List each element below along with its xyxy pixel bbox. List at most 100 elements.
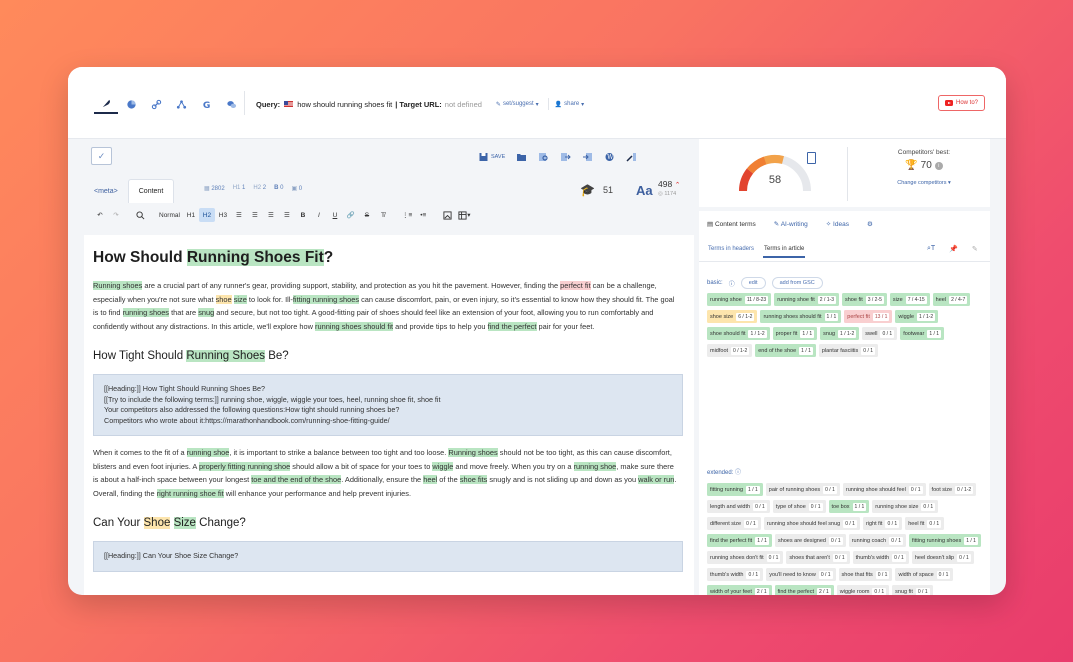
search-icon[interactable] xyxy=(132,208,148,222)
google-icon[interactable]: G xyxy=(194,94,218,114)
term-chip[interactable]: shoe size 6 / 1-2 xyxy=(707,310,758,323)
settings-sliders-icon[interactable]: ⚙ xyxy=(867,220,873,228)
term-chip[interactable]: thumb's width 0 / 1 xyxy=(707,568,764,581)
font-size-icon[interactable]: Aa xyxy=(636,183,653,198)
term-chip[interactable]: footwear 1 / 1 xyxy=(900,327,945,340)
term-chip[interactable]: fitting running 1 / 1 xyxy=(707,483,763,496)
term-chip[interactable]: length and width 0 / 1 xyxy=(707,500,770,513)
bullet-list-icon[interactable]: •≡ xyxy=(415,208,431,222)
term-chip[interactable]: find the perfect 2 / 1 xyxy=(774,585,834,595)
import-icon[interactable] xyxy=(582,152,593,162)
term-chip[interactable]: right fit 0 / 1 xyxy=(862,517,903,530)
tab-ai-writing[interactable]: ✎ AI-writing xyxy=(774,220,808,228)
term-chip[interactable]: shoes are designed 0 / 1 xyxy=(774,534,846,547)
share-button[interactable]: 👤 share ▾ xyxy=(555,101,585,108)
term-chip[interactable]: width of space 0 / 1 xyxy=(895,568,954,581)
table-icon[interactable]: ▾ xyxy=(455,208,473,222)
clipboard-icon[interactable] xyxy=(807,152,816,164)
term-chip[interactable]: you'll need to know 0 / 1 xyxy=(766,568,836,581)
term-chip[interactable]: running shoes don't fit 0 / 1 xyxy=(707,551,784,564)
term-chip[interactable]: shoe should fit 1 / 1-2 xyxy=(707,327,770,340)
info-icon[interactable]: i xyxy=(934,161,943,170)
undo-icon[interactable]: ↶ xyxy=(92,208,108,222)
tab-terms-article[interactable]: Terms in article xyxy=(763,242,806,258)
set-suggest-button[interactable]: ✎ set/suggest ▾ xyxy=(496,101,539,108)
term-chip[interactable]: size 7 / 4-15 xyxy=(889,293,930,306)
term-chip[interactable]: shoes that aren't 0 / 1 xyxy=(786,551,850,564)
query-text[interactable]: how should running shoes fit xyxy=(297,100,392,109)
search-doc-icon[interactable] xyxy=(538,152,549,162)
term-chip[interactable]: pair of running shoes 0 / 1 xyxy=(765,483,840,496)
filter-icon[interactable]: ⌕T xyxy=(927,245,935,253)
chat-icon[interactable] xyxy=(219,94,243,114)
bold-button[interactable]: B xyxy=(295,208,311,222)
term-chip[interactable]: running shoe fit 2 / 1-3 xyxy=(774,293,839,306)
term-chip[interactable]: thumb's width 0 / 1 xyxy=(852,551,909,564)
pie-icon[interactable] xyxy=(119,94,143,114)
link-icon[interactable]: 🔗 xyxy=(343,208,359,222)
target-url-value[interactable]: not defined xyxy=(445,100,482,109)
tab-terms-headers[interactable]: Terms in headers xyxy=(707,242,755,258)
how-to-button[interactable]: How to? xyxy=(938,95,986,111)
network-icon[interactable] xyxy=(169,94,193,114)
term-chip[interactable]: snug fit 0 / 1 xyxy=(892,585,933,595)
tab-ideas[interactable]: ✧ Ideas xyxy=(826,220,849,228)
edit-button[interactable]: edit xyxy=(740,277,766,289)
term-chip[interactable]: toe box 1 / 1 xyxy=(828,500,870,513)
pin-icon[interactable]: 📌 xyxy=(949,245,958,253)
article-content[interactable]: How Should Running Shoes Fit? Running sh… xyxy=(93,235,683,595)
align-right-icon[interactable]: ☰ xyxy=(263,208,279,222)
tightness-paragraph[interactable]: When it comes to the fit of a running sh… xyxy=(93,446,677,500)
italic-button[interactable]: I xyxy=(311,208,327,222)
term-chip[interactable]: running shoe 11 / 8-23 xyxy=(707,293,772,306)
term-chip[interactable]: perfect fit 13 / 1 xyxy=(844,310,893,323)
term-chip[interactable]: running shoe should feel snug 0 / 1 xyxy=(763,517,860,530)
term-chip[interactable]: heel 2 / 4-7 xyxy=(932,293,971,306)
save-button[interactable]: SAVE xyxy=(478,152,505,162)
term-chip[interactable]: running coach 0 / 1 xyxy=(848,534,906,547)
underline-button[interactable]: U xyxy=(327,208,343,222)
export-icon[interactable] xyxy=(560,152,571,162)
intro-paragraph[interactable]: Running shoes are a crucial part of any … xyxy=(93,279,677,333)
wordpress-icon[interactable]: W xyxy=(604,152,615,162)
term-chip[interactable]: shoe fit 3 / 2-5 xyxy=(841,293,887,306)
term-chip[interactable]: wiggle 1 / 1-2 xyxy=(895,310,939,323)
term-chip[interactable]: foot size 0 / 1-2 xyxy=(928,483,977,496)
strike-button[interactable]: S xyxy=(359,208,375,222)
term-chip[interactable]: width of your feet 2 / 1 xyxy=(707,585,772,595)
h2-button[interactable]: H2 xyxy=(198,208,215,222)
h3-button[interactable]: H3 xyxy=(215,208,231,222)
link-icon[interactable] xyxy=(144,94,168,114)
align-justify-icon[interactable]: ☰ xyxy=(279,208,295,222)
ordered-list-icon[interactable]: ⋮≡ xyxy=(399,208,415,222)
open-folder-icon[interactable] xyxy=(516,152,527,162)
article-h2-tight[interactable]: How Tight Should Running Shoes Be? xyxy=(93,347,683,365)
term-chip[interactable]: different size 0 / 1 xyxy=(707,517,761,530)
feather-icon[interactable] xyxy=(94,94,118,114)
term-chip[interactable]: swell 0 / 1 xyxy=(862,327,898,340)
tab-content-terms[interactable]: ▤ Content terms xyxy=(707,220,756,228)
term-chip[interactable]: midfoot 0 / 1-2 xyxy=(707,344,753,357)
magic-icon[interactable] xyxy=(626,152,637,162)
term-chip[interactable]: heel fit 0 / 1 xyxy=(905,517,945,530)
pencil-icon[interactable]: ✎ xyxy=(972,245,978,253)
term-chip[interactable]: running shoe size 0 / 1 xyxy=(872,500,939,513)
term-chip[interactable]: snug 1 / 1-2 xyxy=(820,327,860,340)
image-icon[interactable] xyxy=(439,208,455,222)
align-center-icon[interactable]: ☰ xyxy=(247,208,263,222)
term-chip[interactable]: shoe that fits 0 / 1 xyxy=(838,568,893,581)
add-from-gsc-button[interactable]: add from GSC xyxy=(771,277,823,289)
term-chip[interactable]: proper fit 1 / 1 xyxy=(772,327,818,340)
article-h1[interactable]: How Should Running Shoes Fit? xyxy=(93,247,683,269)
term-chip[interactable]: heel doesn't slip 0 / 1 xyxy=(911,551,974,564)
term-chip[interactable]: running shoes should fit 1 / 1 xyxy=(760,310,842,323)
term-chip[interactable]: end of the shoe 1 / 1 xyxy=(755,344,816,357)
change-competitors-button[interactable]: Change competitors ▾ xyxy=(869,180,979,186)
redo-icon[interactable]: ↷ xyxy=(108,208,124,222)
normal-text-button[interactable]: Normal xyxy=(156,208,183,222)
term-chip[interactable]: type of shoe 0 / 1 xyxy=(772,500,826,513)
tab-meta[interactable]: <meta> xyxy=(84,179,128,203)
clear-format-icon[interactable]: T̸ xyxy=(375,208,391,222)
term-chip[interactable]: wiggle room 0 / 1 xyxy=(836,585,890,595)
term-chip[interactable]: running shoe should feel 0 / 1 xyxy=(842,483,926,496)
